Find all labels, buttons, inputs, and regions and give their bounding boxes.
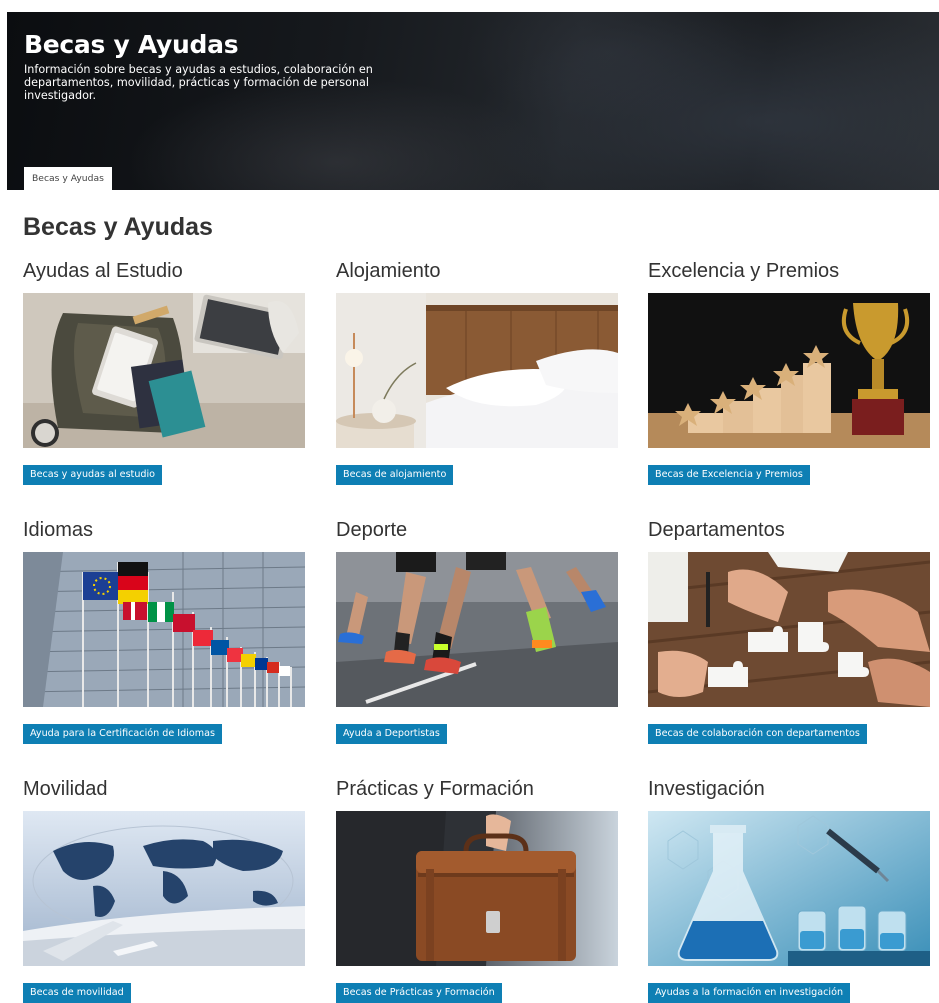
- ayudas-investigacion-button[interactable]: Ayudas a la formación en investigación: [648, 983, 851, 1003]
- card-departamentos: Departamentos Becas de colaboración con …: [648, 519, 930, 744]
- card-practicas: Prácticas y Formación Becas de Prácticas…: [336, 778, 618, 1003]
- airplane-map-image[interactable]: [23, 811, 305, 966]
- card-title[interactable]: Alojamiento: [336, 260, 618, 286]
- runners-image[interactable]: [336, 552, 618, 707]
- card-movilidad: Movilidad Becas de movilidad: [23, 778, 305, 1003]
- card-alojamiento: Alojamiento Becas de alojamiento: [336, 260, 618, 485]
- laboratory-image[interactable]: [648, 811, 930, 966]
- flags-image[interactable]: [23, 552, 305, 707]
- becas-alojamiento-button[interactable]: Becas de alojamiento: [336, 465, 454, 485]
- card-title[interactable]: Ayudas al Estudio: [23, 260, 305, 286]
- card-title[interactable]: Excelencia y Premios: [648, 260, 930, 286]
- card-title[interactable]: Prácticas y Formación: [336, 778, 618, 804]
- card-excelencia: Excelencia y Premios Becas de Excelencia…: [648, 260, 930, 485]
- page-title: Becas y Ayudas: [23, 213, 213, 241]
- card-title[interactable]: Investigación: [648, 778, 930, 804]
- ayuda-idiomas-button[interactable]: Ayuda para la Certificación de Idiomas: [23, 724, 222, 744]
- becas-practicas-button[interactable]: Becas de Prácticas y Formación: [336, 983, 502, 1003]
- breadcrumb[interactable]: Becas y Ayudas: [24, 167, 112, 190]
- card-deporte: Deporte Ayuda a Deportistas: [336, 519, 618, 744]
- hero-title: Becas y Ayudas: [24, 30, 239, 59]
- ayuda-deportistas-button[interactable]: Ayuda a Deportistas: [336, 724, 447, 744]
- briefcase-image[interactable]: [336, 811, 618, 966]
- trophy-image[interactable]: [648, 293, 930, 448]
- becas-excelencia-button[interactable]: Becas de Excelencia y Premios: [648, 465, 810, 485]
- card-title[interactable]: Movilidad: [23, 778, 305, 804]
- card-investigacion: Investigación Ayudas a la formación en i…: [648, 778, 930, 1003]
- becas-colaboracion-button[interactable]: Becas de colaboración con departamentos: [648, 724, 867, 744]
- hero-banner: Becas y Ayudas Información sobre becas y…: [7, 12, 939, 190]
- becas-movilidad-button[interactable]: Becas de movilidad: [23, 983, 131, 1003]
- card-title[interactable]: Deporte: [336, 519, 618, 545]
- puzzle-image[interactable]: [648, 552, 930, 707]
- becas-estudio-button[interactable]: Becas y ayudas al estudio: [23, 465, 163, 485]
- card-idiomas: Idiomas Ayuda para la Certificación de I…: [23, 519, 305, 744]
- backpack-image[interactable]: [23, 293, 305, 448]
- card-ayudas-estudio: Ayudas al Estudio Becas y ayudas al estu…: [23, 260, 305, 485]
- card-title[interactable]: Departamentos: [648, 519, 930, 545]
- hero-subtitle: Información sobre becas y ayudas a estud…: [24, 63, 373, 102]
- card-title[interactable]: Idiomas: [23, 519, 305, 545]
- bedroom-image[interactable]: [336, 293, 618, 448]
